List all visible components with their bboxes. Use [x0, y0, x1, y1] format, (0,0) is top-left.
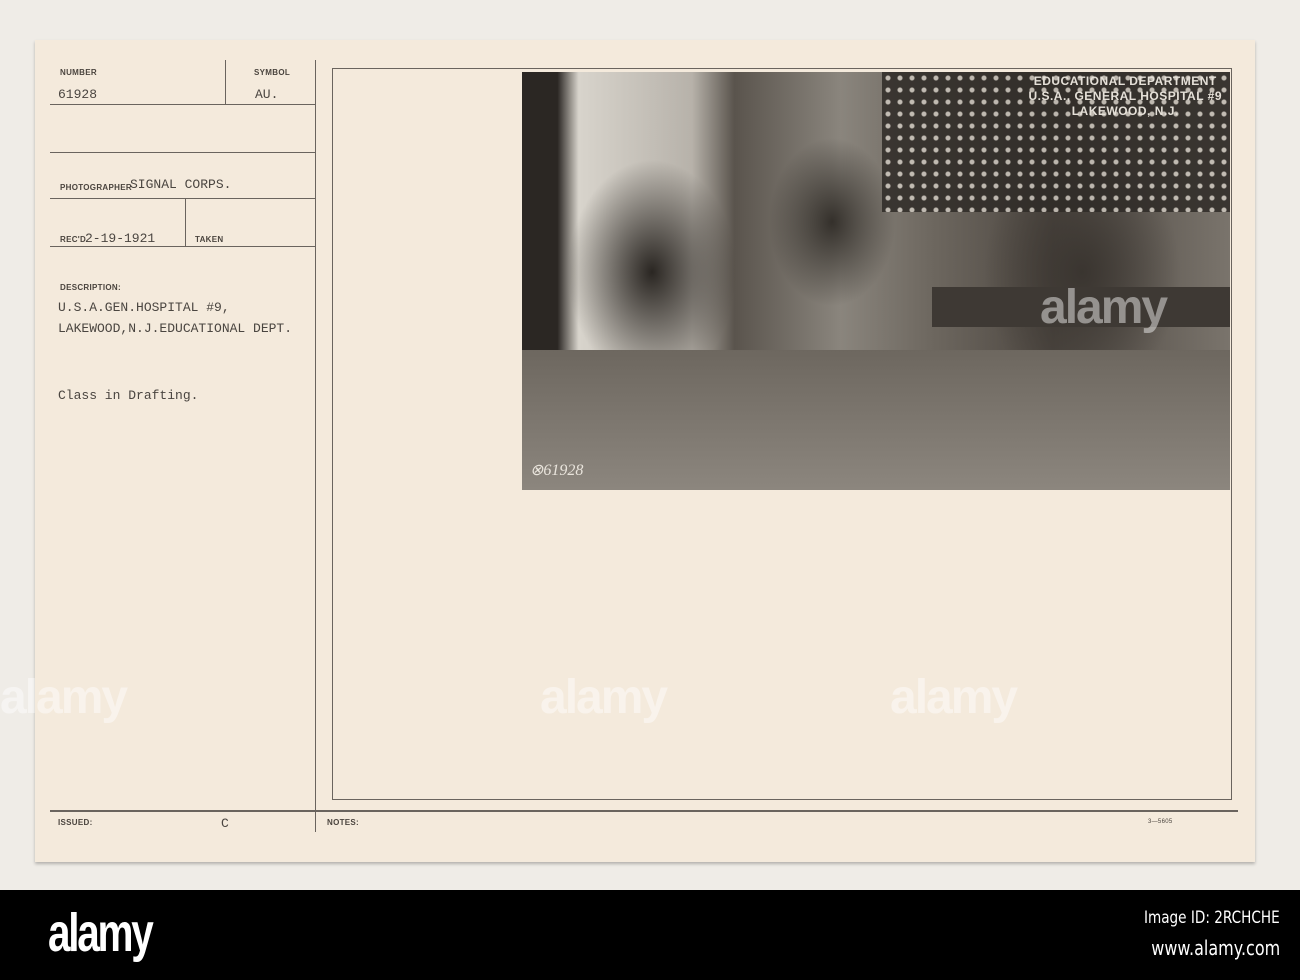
watermark: alamy [890, 671, 1018, 724]
photo-caption-line: EDUCATIONAL DEPARTMENT [1033, 74, 1217, 88]
recd-value: 2-19-1921 [85, 231, 156, 246]
negative-number: ⊗61928 [530, 462, 584, 479]
column-divider [315, 60, 316, 832]
floor [522, 350, 1230, 490]
bottom-rule [50, 810, 1238, 812]
form-code: 3—5605 [1148, 819, 1173, 825]
divider [50, 152, 315, 153]
number-label: NUMBER [60, 68, 97, 77]
description-label: DESCRIPTION: [60, 283, 121, 292]
divider [50, 246, 315, 247]
photo-caption: EDUCATIONAL DEPARTMENT U.S.A., GENERAL H… [1028, 74, 1222, 119]
watermark-bar: alamy Image ID: 2RCHCHE www.alamy.com [0, 890, 1300, 980]
divider [50, 198, 315, 199]
description-line-1: U.S.A.GEN.HOSPITAL #9, [58, 300, 230, 315]
photo-caption-line: LAKEWOOD, N.J. [1071, 104, 1179, 118]
caption-text: Class in Drafting. [58, 388, 199, 403]
alamy-logo: alamy [48, 903, 154, 963]
divider [185, 198, 186, 246]
symbol-label: SYMBOL [254, 68, 291, 77]
photo-caption-line: U.S.A., GENERAL HOSPITAL #9 [1028, 89, 1222, 103]
number-value: 61928 [58, 87, 98, 102]
site-url: www.alamy.com [1151, 936, 1280, 960]
divider [50, 104, 315, 105]
taken-label: TAKEN [195, 235, 224, 244]
archive-card: NUMBER 61928 SYMBOL AU. PHOTOGRAPHER SIG… [35, 40, 1255, 862]
notes-label: NOTES: [327, 818, 360, 827]
description-line-2: LAKEWOOD,N.J.EDUCATIONAL DEPT. [58, 321, 293, 336]
recd-label: REC'D [60, 235, 87, 244]
photographer-value: SIGNAL CORPS. [130, 177, 232, 192]
issued-label: ISSUED: [58, 818, 93, 827]
watermark: alamy [540, 671, 668, 724]
divider [225, 60, 226, 105]
watermark: alamy [0, 671, 128, 724]
image-id: Image ID: 2RCHCHE [1144, 908, 1280, 928]
watermark: alamy [1040, 281, 1168, 334]
photographer-label: PHOTOGRAPHER [60, 183, 132, 192]
issued-value: C [221, 816, 229, 831]
symbol-value: AU. [255, 87, 279, 102]
